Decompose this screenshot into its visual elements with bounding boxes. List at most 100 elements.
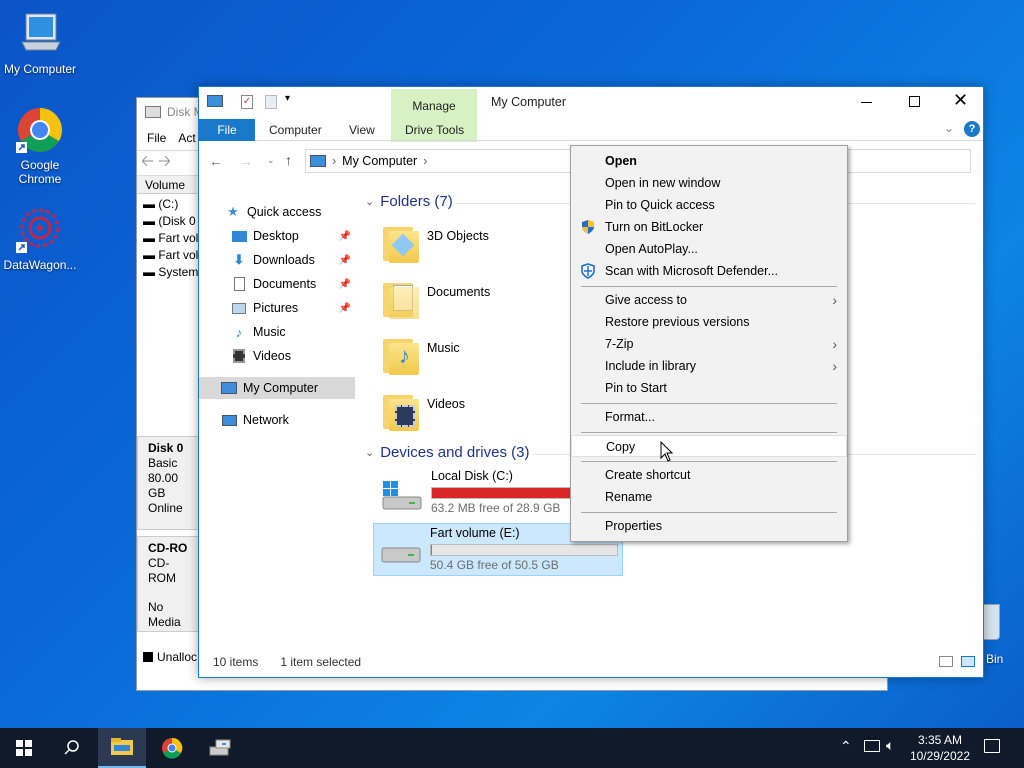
film-icon xyxy=(231,348,247,364)
nav-item-my-computer[interactable]: My Computer xyxy=(199,377,355,399)
tab-computer[interactable]: Computer xyxy=(269,119,322,141)
new-folder-quick-icon[interactable] xyxy=(265,95,277,109)
disk-0-block[interactable]: Disk 0 Basic 80.00 GB Online xyxy=(137,436,199,530)
drive-free-space: 63.2 MB free of 28.9 GB xyxy=(431,501,561,515)
menu-action[interactable]: Act xyxy=(178,131,195,145)
desktop-folder-icon xyxy=(231,228,247,244)
navigation-pane: ★ Quick access Desktop 📌 ⬇ Downloads 📌 D… xyxy=(199,187,355,647)
nav-item-videos[interactable]: Videos xyxy=(199,345,355,367)
menu-item-open-in-new-window[interactable]: Open in new window xyxy=(571,172,847,194)
menu-item-open[interactable]: Open xyxy=(571,150,847,172)
desktop-icon-datawagon[interactable]: DataWagon... xyxy=(0,206,80,272)
folder-item-music[interactable]: ♪ Music xyxy=(381,335,571,385)
devices-group-header[interactable]: ⌄ Devices and drives (3) xyxy=(365,444,529,461)
disk-name: Disk 0 xyxy=(148,441,184,455)
drive-name: Fart volume (E:) xyxy=(430,526,520,540)
menu-item-open-autoplay[interactable]: Open AutoPlay... xyxy=(571,238,847,260)
close-icon[interactable]: ✕ xyxy=(953,90,968,111)
maximize-icon[interactable] xyxy=(909,96,920,107)
tab-view[interactable]: View xyxy=(349,119,375,141)
drive-free-space: 50.4 GB free of 50.5 GB xyxy=(430,558,559,572)
cdrom-name: CD-RO xyxy=(148,541,188,555)
nav-item-music[interactable]: ♪ Music xyxy=(199,321,355,343)
menu-item-7-zip[interactable]: 7-Zip › xyxy=(571,333,847,355)
chevron-down-icon: ⌄ xyxy=(365,447,375,459)
nav-item-quick-access[interactable]: ★ Quick access xyxy=(199,201,355,223)
desktop-icon-my-computer[interactable]: My Computer xyxy=(0,10,80,76)
cdrom-block[interactable]: CD-RO CD-ROM No Media xyxy=(137,536,199,632)
nav-item-downloads[interactable]: ⬇ Downloads 📌 xyxy=(199,249,355,271)
start-button[interactable] xyxy=(0,728,48,768)
up-arrow-icon[interactable]: ↑ xyxy=(285,152,292,168)
network-status-icon[interactable] xyxy=(864,740,880,752)
status-bar: 10 items 1 item selected xyxy=(199,647,983,677)
tab-drive-tools[interactable]: Drive Tools xyxy=(405,119,464,141)
explorer-app-icon xyxy=(207,95,223,107)
menu-item-create-shortcut[interactable]: Create shortcut xyxy=(571,464,847,486)
menu-separator xyxy=(581,461,837,462)
show-hidden-icons-chevron-icon[interactable]: ⌃ xyxy=(840,738,852,755)
details-view-icon[interactable] xyxy=(939,656,953,667)
taskbar-chrome[interactable] xyxy=(148,728,196,768)
folder-item-3d-objects[interactable]: 3D Objects xyxy=(381,223,571,273)
volume-column-header[interactable]: Volume xyxy=(137,176,197,194)
forward-arrow-icon[interactable]: → xyxy=(239,153,253,169)
menu-item-pin-to-start[interactable]: Pin to Start xyxy=(571,377,847,399)
tab-file[interactable]: File xyxy=(199,119,255,141)
back-arrow-icon[interactable]: 🡠 xyxy=(141,150,154,177)
help-icon[interactable]: ? xyxy=(964,121,980,137)
defender-icon xyxy=(580,263,596,279)
pin-icon[interactable]: 📌 xyxy=(339,303,351,314)
disk-status: Online xyxy=(148,501,183,515)
drive-usage-bar xyxy=(430,544,618,556)
menu-item-turn-on-bitlocker[interactable]: Turn on BitLocker xyxy=(571,216,847,238)
menu-item-include-in-library[interactable]: Include in library › xyxy=(571,355,847,377)
folders-group-header[interactable]: ⌄ Folders (7) xyxy=(365,193,453,210)
nav-item-desktop[interactable]: Desktop 📌 xyxy=(199,225,355,247)
menu-item-restore-previous-versions[interactable]: Restore previous versions xyxy=(571,311,847,333)
nav-item-pictures[interactable]: Pictures 📌 xyxy=(199,297,355,319)
back-arrow-icon[interactable]: ← xyxy=(209,153,223,169)
large-icons-view-icon[interactable] xyxy=(961,656,975,667)
desktop-icon-google-chrome[interactable]: Google Chrome xyxy=(0,106,80,186)
status-selected-count: 1 item selected xyxy=(280,655,362,669)
disk-management-icon xyxy=(145,106,161,118)
ribbon-expand-icon[interactable]: ⌄ xyxy=(944,121,954,135)
menu-item-pin-to-quick-access[interactable]: Pin to Quick access xyxy=(571,194,847,216)
nav-item-network[interactable]: Network xyxy=(199,409,355,431)
menu-item-copy[interactable]: Copy xyxy=(571,435,847,457)
properties-quick-icon[interactable]: ✓ xyxy=(241,95,253,109)
recent-locations-icon[interactable]: ⌄ xyxy=(267,155,275,166)
menu-item-rename[interactable]: Rename xyxy=(571,486,847,508)
forward-arrow-icon[interactable]: 🡢 xyxy=(158,150,171,177)
taskbar-clock[interactable]: 3:35 AM 10/29/2022 xyxy=(910,732,970,764)
clock-date: 10/29/2022 xyxy=(909,749,970,763)
notification-center-icon[interactable] xyxy=(984,739,1000,753)
search-button[interactable] xyxy=(48,728,96,768)
menu-item-format[interactable]: Format... xyxy=(571,406,847,428)
quick-access-toolbar-dropdown-icon[interactable]: ▾ xyxy=(285,93,290,104)
volume-icon[interactable]: 🔈︎ xyxy=(886,737,894,754)
minimize-icon[interactable] xyxy=(861,102,872,103)
datawagon-icon xyxy=(16,206,64,254)
nav-item-documents[interactable]: Documents 📌 xyxy=(199,273,355,295)
menu-item-properties[interactable]: Properties xyxy=(571,515,847,537)
taskbar-file-explorer[interactable] xyxy=(98,728,146,768)
folder-item-documents[interactable]: Documents xyxy=(381,279,571,329)
pin-icon[interactable]: 📌 xyxy=(339,279,351,290)
menu-separator xyxy=(581,403,837,404)
chevron-down-icon: ⌄ xyxy=(365,196,375,208)
desktop-icon-label: My Computer xyxy=(3,62,77,76)
pin-icon[interactable]: 📌 xyxy=(339,231,351,242)
menu-item-scan-with-defender[interactable]: Scan with Microsoft Defender... xyxy=(571,260,847,282)
folder-music-icon: ♪ xyxy=(381,335,419,375)
address-location[interactable]: My Computer xyxy=(342,154,417,168)
unallocated-swatch xyxy=(143,652,153,662)
menu-file[interactable]: File xyxy=(147,131,166,145)
menu-item-give-access-to[interactable]: Give access to › xyxy=(571,289,847,311)
folder-item-videos[interactable]: Videos xyxy=(381,391,571,441)
taskbar-disk-management[interactable] xyxy=(196,728,244,768)
pin-icon[interactable]: 📌 xyxy=(339,255,351,266)
search-icon xyxy=(64,740,79,755)
file-explorer-icon xyxy=(111,738,133,755)
